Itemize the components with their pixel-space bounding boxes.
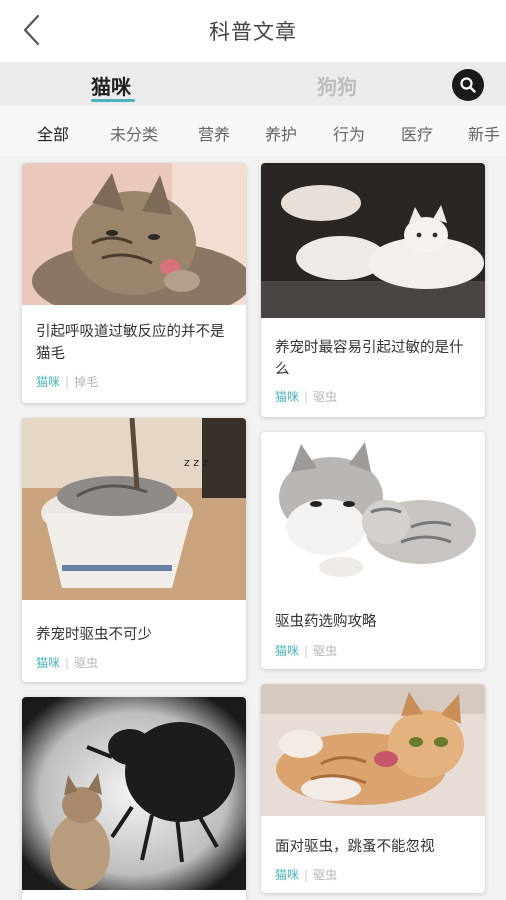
article-image-cat-in-flowerpot: z z z — [22, 418, 246, 600]
tag-topic: 驱虫 — [313, 390, 338, 404]
article-title: 驱虫药选购攻略 — [275, 614, 377, 630]
tag-pet: 猫咪 — [275, 868, 300, 882]
search-button[interactable] — [452, 69, 484, 101]
svg-text:z z z: z z z — [184, 456, 209, 469]
article-card[interactable]: 引起呼吸道过敏反应的并不是猫毛 猫咪 | 掉毛 — [22, 163, 246, 403]
tag-topic: 驱虫 — [313, 868, 338, 882]
article-tags: 猫咪 | 驱虫 — [275, 642, 337, 659]
tag-pet: 猫咪 — [275, 390, 300, 404]
article-card[interactable]: 面对驱虫，跳蚤不能忽视 猫咪 | 驱虫 — [261, 684, 485, 893]
article-card[interactable] — [22, 697, 246, 900]
article-image-persian-cat — [261, 163, 485, 318]
active-tab-indicator — [91, 99, 135, 102]
category-uncategorized[interactable]: 未分类 — [110, 121, 158, 145]
article-card[interactable]: 养宠时最容易引起过敏的是什么 猫咪 | 驱虫 — [261, 163, 485, 417]
article-image-tabby-kitten — [22, 163, 246, 305]
tag-separator: | — [304, 868, 309, 882]
tag-separator: | — [65, 375, 70, 389]
tag-pet: 猫咪 — [36, 656, 61, 670]
tag-separator: | — [65, 656, 70, 670]
article-title: 面对驱虫，跳蚤不能忽视 — [275, 839, 435, 855]
category-beginner[interactable]: 新手 — [468, 121, 500, 145]
tab-dogs[interactable]: 狗狗 — [317, 71, 357, 100]
article-card[interactable]: z z z 养宠时驱虫不可少 猫咪 | 驱虫 — [22, 418, 246, 682]
tag-separator: | — [304, 644, 309, 658]
tag-pet: 猫咪 — [36, 375, 61, 389]
category-all[interactable]: 全部 — [37, 121, 69, 145]
tag-topic: 驱虫 — [313, 644, 338, 658]
tag-topic: 驱虫 — [74, 656, 99, 670]
tag-separator: | — [304, 390, 309, 404]
tag-topic: 掉毛 — [74, 375, 99, 389]
article-tags: 猫咪 | 驱虫 — [275, 388, 337, 405]
article-title: 引起呼吸道过敏反应的并不是猫毛 — [36, 324, 225, 362]
category-care[interactable]: 养护 — [265, 121, 297, 145]
article-title: 养宠时驱虫不可少 — [36, 627, 152, 643]
category-nutrition[interactable]: 营养 — [198, 121, 230, 145]
tab-cats[interactable]: 猫咪 — [91, 71, 131, 100]
article-card[interactable]: 驱虫药选购攻略 猫咪 | 驱虫 — [261, 432, 485, 669]
article-tags: 猫咪 | 掉毛 — [36, 373, 98, 390]
category-medical[interactable]: 医疗 — [401, 121, 433, 145]
pet-tab-bar: 猫咪 狗狗 — [0, 62, 506, 106]
category-bar: 全部 未分类 营养 养护 行为 医疗 新手 — [0, 106, 506, 156]
article-image-husky-puppy-and-kitten — [261, 432, 485, 597]
article-tags: 猫咪 | 驱虫 — [275, 866, 337, 883]
article-tags: 猫咪 | 驱虫 — [36, 654, 98, 671]
search-icon — [460, 77, 476, 93]
article-image-orange-cat-playing — [261, 684, 485, 816]
category-behavior[interactable]: 行为 — [333, 121, 365, 145]
article-image-flea-and-cat — [22, 697, 246, 890]
tag-pet: 猫咪 — [275, 644, 300, 658]
app-header: 科普文章 — [0, 0, 506, 62]
article-title: 养宠时最容易引起过敏的是什么 — [275, 340, 464, 378]
page-title: 科普文章 — [209, 20, 297, 44]
